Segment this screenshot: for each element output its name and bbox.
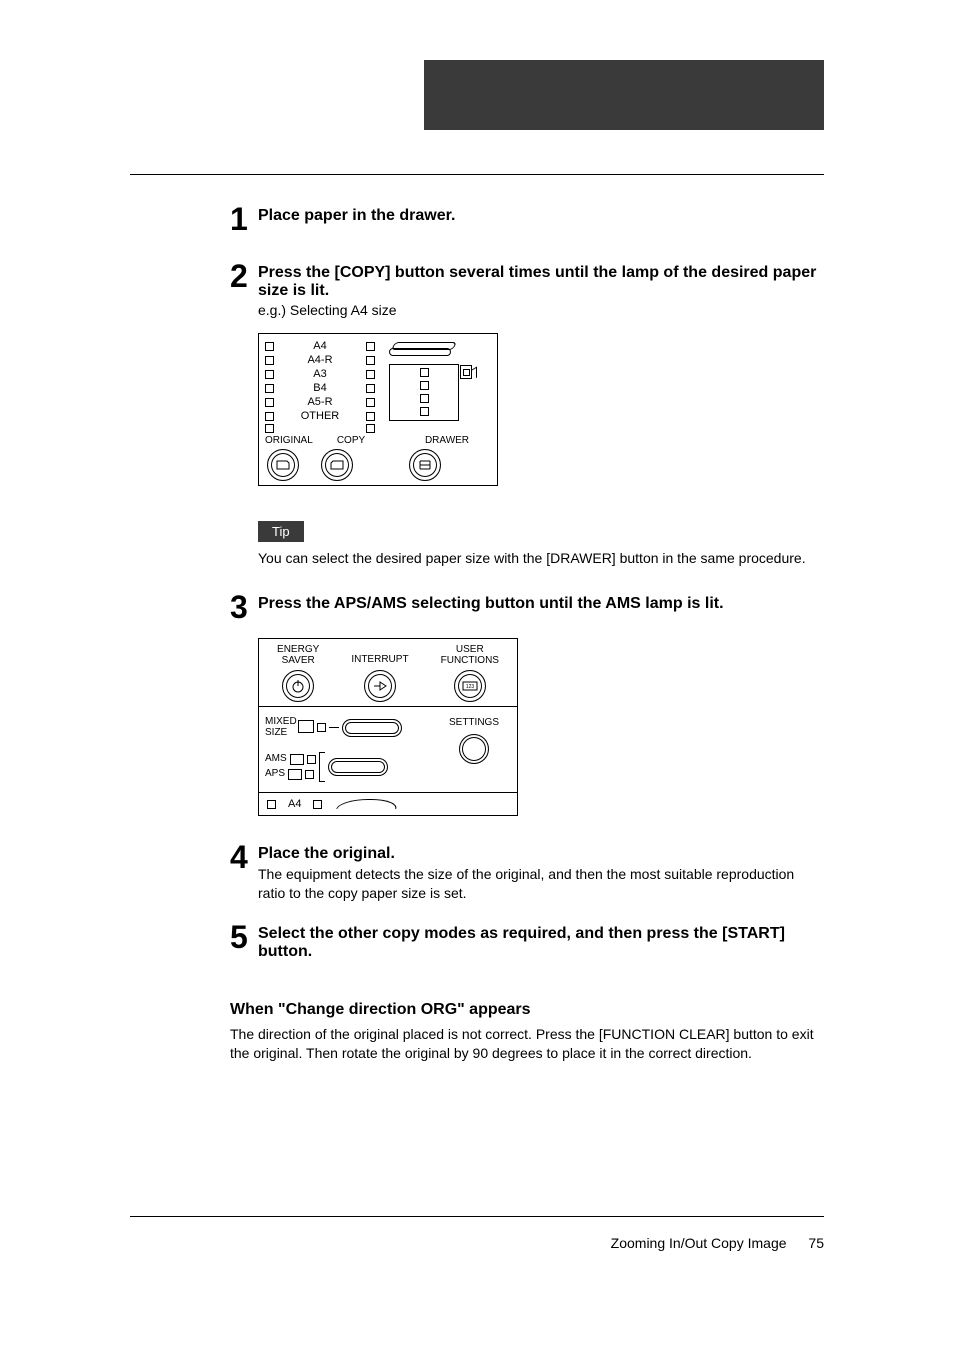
bottom-size-label: A4 — [288, 798, 301, 810]
aps-label: APS — [265, 769, 285, 780]
step-number: 2 — [230, 260, 258, 292]
subheading-title: When "Change direction ORG" appears — [230, 1001, 824, 1019]
interrupt-icon — [372, 680, 388, 692]
step-title: Place the original. — [258, 845, 824, 863]
step-2: 2 Press the [COPY] button several times … — [230, 260, 824, 318]
drawer-stack-icon — [418, 459, 432, 471]
tip-label: Tip — [258, 521, 304, 542]
page-number: 75 — [808, 1235, 824, 1251]
power-icon — [290, 678, 306, 694]
step-description: The equipment detects the size of the or… — [258, 865, 824, 903]
led-icon — [366, 356, 375, 365]
step-number: 5 — [230, 921, 258, 953]
led-icon — [366, 370, 375, 379]
tip-text: You can select the desired paper size wi… — [258, 550, 824, 566]
step-number: 4 — [230, 841, 258, 873]
led-icon — [265, 412, 274, 421]
drawer-icon — [389, 364, 459, 421]
header-dark-block — [424, 60, 824, 130]
led-icon — [307, 755, 316, 764]
top-divider — [130, 174, 824, 175]
drawer-label: DRAWER — [375, 435, 491, 446]
led-icon — [366, 384, 375, 393]
mixed-size-button[interactable] — [342, 719, 402, 737]
original-page-icon — [276, 460, 290, 470]
drawer-button[interactable] — [409, 449, 441, 481]
copy-page-icon — [330, 460, 344, 470]
interrupt-label: INTERRUPT — [351, 645, 408, 666]
step-title: Press the [COPY] button several times un… — [258, 264, 824, 300]
energy-saver-label: ENERGY SAVER — [277, 645, 319, 666]
led-icon — [313, 800, 322, 809]
step-1: 1 Place paper in the drawer. — [230, 203, 824, 235]
size-label: B4 — [274, 382, 366, 394]
led-icon — [265, 356, 274, 365]
led-icon — [265, 342, 274, 351]
step-3: 3 Press the APS/AMS selecting button unt… — [230, 591, 824, 623]
led-icon — [420, 407, 429, 416]
original-button[interactable] — [267, 449, 299, 481]
ams-aps-button[interactable] — [328, 758, 388, 776]
step-number: 1 — [230, 203, 258, 235]
bypass-slot-icon — [460, 365, 472, 379]
tray-curve-icon — [337, 799, 401, 809]
pages-icon — [300, 722, 314, 733]
ams-label: AMS — [265, 754, 287, 765]
step-number: 3 — [230, 591, 258, 623]
led-icon — [366, 398, 375, 407]
footer-text: Zooming In/Out Copy Image — [611, 1235, 787, 1251]
led-icon — [366, 342, 375, 351]
led-icon — [317, 723, 326, 732]
size-label: A5-R — [274, 396, 366, 408]
output-tray-icon — [383, 340, 491, 358]
user-functions-label: USER FUNCTIONS — [441, 645, 499, 666]
copy-button[interactable] — [321, 449, 353, 481]
step-5: 5 Select the other copy modes as require… — [230, 921, 824, 961]
mixed-size-label: MIXED SIZE — [265, 717, 297, 738]
user-func-icon: 123 — [462, 681, 478, 691]
ams-aps-row: AMS APS — [265, 752, 439, 782]
settings-label: SETTINGS — [439, 717, 509, 728]
user-functions-button[interactable]: 123 — [454, 670, 486, 702]
led-icon — [420, 381, 429, 390]
subheading-body: The direction of the original placed is … — [230, 1025, 824, 1063]
original-label: ORIGINAL — [265, 435, 327, 446]
size-label: A3 — [274, 368, 366, 380]
step-subtext: e.g.) Selecting A4 size — [258, 302, 824, 318]
led-icon — [265, 398, 274, 407]
control-panel-figure-2: ENERGY SAVER INTERRUPT USER FUNCTIONS — [258, 638, 824, 816]
settings-button[interactable] — [459, 734, 489, 764]
led-icon — [420, 394, 429, 403]
led-icon — [305, 770, 314, 779]
control-panel-figure-1: A4 A4-R A3 B4 A5-R OTHER — [258, 333, 824, 486]
bracket-icon — [319, 752, 325, 782]
interrupt-button[interactable] — [364, 670, 396, 702]
led-icon — [366, 424, 375, 433]
aps-icon — [288, 769, 302, 780]
mixed-size-row: MIXED SIZE — [265, 717, 439, 738]
copy-label: COPY — [327, 435, 375, 446]
step-title: Select the other copy modes as required,… — [258, 925, 824, 961]
drawer-diagram — [375, 340, 491, 433]
step-title: Press the APS/AMS selecting button until… — [258, 595, 824, 613]
ams-icon — [290, 754, 304, 765]
led-icon — [265, 384, 274, 393]
size-label: OTHER — [274, 410, 366, 422]
led-icon — [265, 370, 274, 379]
connector-line — [329, 727, 339, 728]
energy-saver-button[interactable] — [282, 670, 314, 702]
step-title: Place paper in the drawer. — [258, 207, 824, 225]
svg-text:123: 123 — [466, 684, 475, 690]
led-icon — [267, 800, 276, 809]
page-footer: Zooming In/Out Copy Image 75 — [130, 1216, 824, 1251]
led-icon — [366, 412, 375, 421]
paper-size-list: A4 A4-R A3 B4 A5-R OTHER — [265, 340, 375, 433]
step-4: 4 Place the original. The equipment dete… — [230, 841, 824, 903]
led-icon — [265, 424, 274, 433]
size-label: A4-R — [274, 354, 366, 366]
size-label: A4 — [274, 340, 366, 352]
led-icon — [420, 368, 429, 377]
